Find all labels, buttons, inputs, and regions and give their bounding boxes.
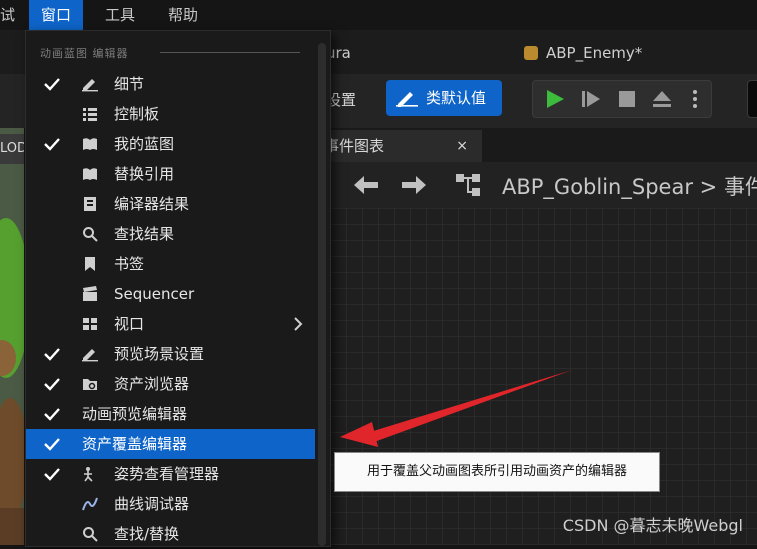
menu-scrollbar[interactable] bbox=[318, 43, 326, 546]
tooltip: 用于覆盖父动画图表所引用动画资产的编辑器 bbox=[334, 452, 660, 492]
menu-tools[interactable]: 工具 bbox=[105, 0, 135, 30]
preview-viewport[interactable] bbox=[0, 128, 24, 545]
menu-item[interactable]: 查找结果 bbox=[26, 219, 315, 249]
menu-item[interactable]: 我的蓝图 bbox=[26, 129, 315, 159]
menu-item-label: 动画预览编辑器 bbox=[82, 405, 188, 423]
edit-defaults-icon bbox=[396, 92, 418, 107]
search-icon bbox=[83, 527, 98, 542]
menu-help[interactable]: 帮助 bbox=[168, 0, 198, 30]
book-icon bbox=[83, 168, 97, 180]
checkmark-icon bbox=[44, 438, 60, 451]
checkmark-icon bbox=[44, 348, 60, 361]
pose-icon bbox=[84, 467, 93, 482]
pencil-icon bbox=[82, 349, 98, 362]
menubar: 试 窗口 工具 帮助 bbox=[0, 0, 757, 30]
play-controls bbox=[532, 80, 712, 118]
menu-item-label: 预览场景设置 bbox=[114, 345, 205, 363]
chevron-right-icon bbox=[294, 317, 303, 331]
menu-section-title: 动画蓝图 编辑器 bbox=[40, 47, 129, 60]
search-icon bbox=[83, 227, 98, 242]
menu-item[interactable]: 资产覆盖编辑器 bbox=[26, 429, 315, 459]
play-icon[interactable] bbox=[545, 89, 565, 109]
tab-abp-enemy[interactable]: ABP_Enemy* bbox=[524, 38, 642, 68]
class-defaults-label: 类默认值 bbox=[426, 89, 487, 107]
goblin-preview-image bbox=[0, 128, 24, 545]
menu-item[interactable]: Sequencer bbox=[26, 279, 315, 309]
checkmark-icon bbox=[44, 378, 60, 391]
menu-item[interactable]: 动画预览编辑器 bbox=[26, 399, 315, 429]
checkmark-icon bbox=[44, 78, 60, 91]
pencil-icon bbox=[82, 79, 98, 92]
clapper-icon bbox=[83, 286, 97, 301]
menu-debug[interactable]: 试 bbox=[0, 0, 15, 30]
menu-item-label: 书签 bbox=[114, 255, 145, 273]
menu-item[interactable]: 视口 bbox=[26, 309, 315, 339]
breadcrumb-separator: > bbox=[699, 175, 718, 199]
forward-arrow-icon[interactable] bbox=[402, 175, 426, 195]
breadcrumb-asset[interactable]: ABP_Goblin_Spear bbox=[502, 175, 693, 199]
menu-item[interactable]: 编译器结果 bbox=[26, 189, 315, 219]
menu-item-label: 姿势查看管理器 bbox=[114, 465, 220, 483]
tab-label: ABP_Enemy* bbox=[546, 44, 643, 62]
stop-icon[interactable] bbox=[617, 89, 637, 109]
folder-search-icon bbox=[83, 379, 97, 390]
tab-label: 事件图表 bbox=[324, 137, 385, 155]
breadcrumb: ABP_Goblin_Spear > 事件 bbox=[502, 171, 757, 201]
menu-item[interactable]: 细节 bbox=[26, 69, 315, 99]
menu-item[interactable]: 预览场景设置 bbox=[26, 339, 315, 369]
menu-item-label: 视口 bbox=[114, 315, 145, 333]
curve-icon bbox=[82, 497, 98, 511]
graph-hierarchy-icon[interactable] bbox=[456, 174, 482, 196]
breadcrumb-current[interactable]: 事件 bbox=[724, 175, 757, 199]
eject-icon[interactable] bbox=[651, 89, 673, 109]
menu-item-label: 资产覆盖编辑器 bbox=[82, 435, 188, 453]
menu-window[interactable]: 窗口 bbox=[29, 0, 84, 30]
window-menu-dropdown: 动画蓝图 编辑器 细节控制板我的蓝图替换引用编译器结果查找结果书签 Sequenc… bbox=[25, 30, 331, 547]
menu-item-label: 资产浏览器 bbox=[114, 375, 190, 393]
menu-item-label: 编译器结果 bbox=[114, 195, 190, 213]
checkmark-icon bbox=[44, 408, 60, 421]
menu-item[interactable]: 书签 bbox=[26, 249, 315, 279]
menu-item-label: 查找结果 bbox=[114, 225, 175, 243]
compile-icon bbox=[84, 197, 96, 211]
menu-item-label: 控制板 bbox=[114, 105, 160, 123]
step-icon[interactable] bbox=[581, 89, 601, 109]
menu-item[interactable]: 资产浏览器 bbox=[26, 369, 315, 399]
list-icon bbox=[83, 108, 97, 121]
class-defaults-button[interactable]: 类默认值 bbox=[386, 80, 502, 116]
tab-event-graph[interactable]: 事件图表 × bbox=[314, 130, 482, 162]
lod-button[interactable]: LOD bbox=[0, 134, 24, 164]
menu-item[interactable]: 控制板 bbox=[26, 99, 315, 129]
checkmark-icon bbox=[44, 138, 60, 151]
close-icon[interactable]: × bbox=[456, 130, 468, 162]
back-arrow-icon[interactable] bbox=[354, 175, 378, 195]
menu-item-label: 替换引用 bbox=[114, 165, 175, 183]
section-divider bbox=[160, 52, 300, 53]
menu-item-label: 细节 bbox=[114, 75, 145, 93]
menu-item-label: Sequencer bbox=[114, 285, 195, 303]
book-icon bbox=[83, 138, 97, 150]
toolbar-dropdown[interactable] bbox=[747, 80, 757, 118]
bookmark-icon bbox=[85, 257, 95, 271]
more-options-icon[interactable] bbox=[691, 89, 699, 109]
menu-item-label: 曲线调试器 bbox=[114, 495, 190, 513]
menu-item-label: 我的蓝图 bbox=[114, 135, 175, 153]
event-graph-canvas[interactable] bbox=[314, 208, 757, 545]
menu-item[interactable]: 曲线调试器 bbox=[26, 489, 315, 519]
viewport-icon bbox=[83, 318, 97, 330]
menu-item[interactable]: 姿势查看管理器 bbox=[26, 459, 315, 489]
watermark: CSDN @暮志未晚Webgl bbox=[562, 516, 743, 535]
menu-item[interactable]: 替换引用 bbox=[26, 159, 315, 189]
anim-blueprint-icon bbox=[524, 46, 538, 60]
checkmark-icon bbox=[44, 468, 60, 481]
